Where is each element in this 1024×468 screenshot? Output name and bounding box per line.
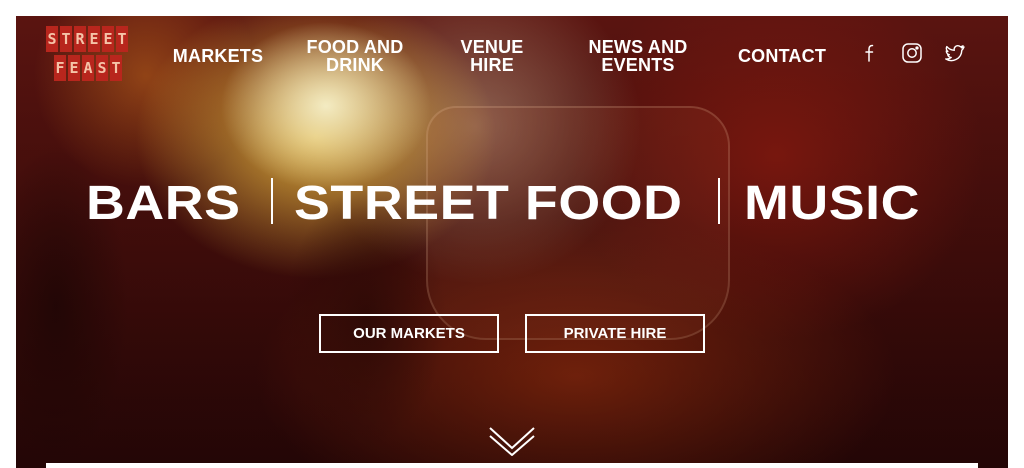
logo-tile: E xyxy=(68,55,80,81)
our-markets-button[interactable]: OUR MARKETS xyxy=(319,314,499,353)
nav-venue-line1: VENUE xyxy=(460,37,524,57)
logo-row-street: S T R E E T xyxy=(46,26,132,52)
nav-food-and-drink[interactable]: FOOD AND DRINK xyxy=(296,38,414,74)
instagram-icon[interactable] xyxy=(901,42,923,64)
hero-word-bars: BARS xyxy=(86,177,241,230)
logo-tile: F xyxy=(54,55,66,81)
hero-section: S T R E E T F E A S T MARKETS FOOD AND D… xyxy=(16,16,1008,468)
headline-divider xyxy=(718,178,720,224)
logo-tile: T xyxy=(60,26,72,52)
logo-tile: T xyxy=(116,26,128,52)
nav-news-and-events[interactable]: NEWS AND EVENTS xyxy=(578,38,698,74)
facebook-icon[interactable] xyxy=(859,42,881,64)
nav-contact[interactable]: CONTACT xyxy=(730,47,834,65)
nav-news-line2: EVENTS xyxy=(601,55,675,75)
nav-food-line2: DRINK xyxy=(326,55,384,75)
nav-news-line1: NEWS AND xyxy=(588,37,688,57)
nav-markets[interactable]: MARKETS xyxy=(166,47,270,65)
logo-tile: T xyxy=(110,55,122,81)
hero-word-music: MUSIC xyxy=(744,177,921,230)
hero-headline: BARS STREET FOOD MUSIC xyxy=(16,174,1008,240)
nav-venue-hire[interactable]: VENUE HIRE xyxy=(450,38,534,74)
background-shade xyxy=(16,16,1008,468)
nav-contact-label: CONTACT xyxy=(737,46,827,66)
private-hire-button[interactable]: PRIVATE HIRE xyxy=(525,314,705,353)
nav-venue-line2: HIRE xyxy=(470,55,514,75)
headline-divider xyxy=(271,178,273,224)
logo-tile: S xyxy=(96,55,108,81)
logo-tile: A xyxy=(82,55,94,81)
street-feast-logo[interactable]: S T R E E T F E A S T xyxy=(46,26,132,84)
logo-tile: E xyxy=(102,26,114,52)
twitter-icon[interactable] xyxy=(944,42,966,64)
scroll-down-chevron-icon[interactable] xyxy=(488,424,536,457)
logo-tile: E xyxy=(88,26,100,52)
content-panel-edge xyxy=(46,463,978,468)
nav-food-line1: FOOD AND xyxy=(306,37,404,57)
hero-word-street-food: STREET FOOD xyxy=(294,177,683,230)
logo-row-feast: F E A S T xyxy=(46,55,132,81)
nav-markets-label: MARKETS xyxy=(172,46,264,66)
logo-tile: S xyxy=(46,26,58,52)
logo-tile: R xyxy=(74,26,86,52)
